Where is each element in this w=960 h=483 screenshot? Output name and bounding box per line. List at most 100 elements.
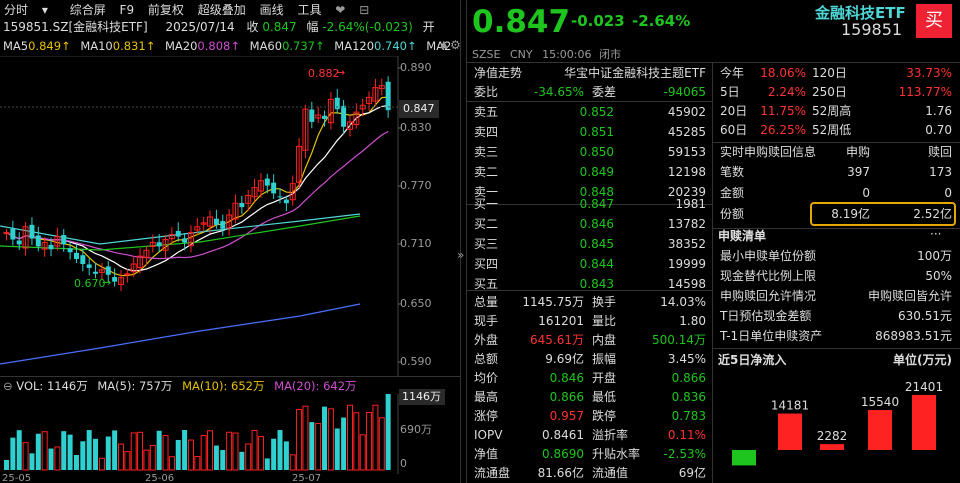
close-label: 收 <box>246 20 259 34</box>
toolbar-item-tools[interactable]: 工具 <box>297 3 321 17</box>
period-value: 11.75% <box>760 104 806 118</box>
bid-volume: 1981 <box>675 197 706 211</box>
bid-label: 买四 <box>474 257 499 271</box>
toolbar-item-adjust[interactable]: 前复权 <box>148 3 184 17</box>
vol-collapse-icon[interactable]: ⊖ <box>3 379 13 393</box>
period-value: 26.25% <box>760 123 806 137</box>
stat-value: 0.866 <box>549 390 584 404</box>
toolbar-item-f9[interactable]: F9 <box>120 3 135 17</box>
period-label: 250日 <box>812 85 847 99</box>
stat-value: 0.846 <box>549 371 584 385</box>
stat-label: 总额 <box>474 352 499 366</box>
price-chart <box>0 56 402 376</box>
low-arrow-icon: → <box>102 276 112 289</box>
vol-ma10: MA(10): 652万 <box>182 379 265 393</box>
list-value: 50% <box>925 269 952 283</box>
volume-bar <box>41 431 48 471</box>
volume-bar <box>302 405 309 471</box>
change-label: 幅 <box>306 20 319 34</box>
layout-icon[interactable]: ⊟ <box>359 3 369 17</box>
legend-collapse-icon[interactable]: ▲ <box>440 39 448 50</box>
candle <box>16 240 22 245</box>
volume-bar <box>296 409 303 471</box>
bid-volume: 14598 <box>667 277 706 291</box>
inflow-bar <box>820 444 844 450</box>
toolbar-item-draw[interactable]: 画线 <box>260 3 284 17</box>
volume-bar <box>327 408 334 471</box>
period-label: 今年 <box>720 66 745 80</box>
candle <box>29 224 35 239</box>
dropdown-arrow-icon[interactable]: ▾ <box>42 3 48 17</box>
period-value: 18.06% <box>760 66 806 80</box>
redemption-title: 实时申购赎回信息 <box>720 145 817 159</box>
volume-bar <box>220 450 226 470</box>
stat-value: 0.866 <box>671 371 706 385</box>
candle <box>213 218 219 225</box>
candle <box>112 277 118 282</box>
candle <box>156 242 162 247</box>
collapse-panel-button[interactable]: » <box>457 248 464 262</box>
stat-value: -2.53% <box>663 447 706 461</box>
price-tick: 0.650 <box>400 297 432 310</box>
ask-label: 卖三 <box>474 145 499 159</box>
list-value: 868983.51元 <box>875 329 952 343</box>
stat-value: 0.8461 <box>542 428 584 442</box>
current-price-tag: 0.847 <box>399 100 439 118</box>
bid-price: 0.846 <box>579 217 614 231</box>
ask-price: 0.852 <box>579 105 614 119</box>
ask-price: 0.849 <box>579 165 614 179</box>
candle <box>264 178 270 186</box>
candle <box>341 105 347 127</box>
candle <box>175 230 181 237</box>
list-label: T日预估现金差额 <box>720 309 812 323</box>
vol-legend: ⊖ VOL: 1146万 MA(5): 757万 MA(10): 652万 MA… <box>3 378 357 394</box>
price-tick: 0.710 <box>400 237 432 250</box>
volume-bar <box>67 434 73 470</box>
price-tick: 0.770 <box>400 179 432 192</box>
app-window: 分时 ▾ 综合屏 F9 前复权 超级叠加 画线 工具 ❤ ⊟ 159851.SZ… <box>0 0 960 483</box>
redemption-redeem: 173 <box>929 165 952 179</box>
candle <box>93 271 99 274</box>
volume-bar <box>4 460 9 470</box>
inflow-bar <box>868 410 892 450</box>
toolbar-item-overlay[interactable]: 超级叠加 <box>198 3 246 17</box>
high-arrow-icon: → <box>336 66 346 79</box>
period-label: 120日 <box>812 66 847 80</box>
chart-symbol: 159851.SZ[金融科技ETF] <box>3 20 148 34</box>
inflow-label: 2282 <box>817 429 848 443</box>
bid-price: 0.847 <box>579 197 614 211</box>
stat-value: 0.957 <box>549 409 584 423</box>
ma60-value: 0.737↑ <box>282 39 325 53</box>
last-price: 0.847 <box>472 4 571 40</box>
list-label: 最小申赎单位份额 <box>720 249 817 263</box>
list-more-button[interactable]: ··· <box>930 224 941 244</box>
ratio-value: -34.65% <box>533 85 584 99</box>
ask-label: 卖五 <box>474 105 499 119</box>
volume-bar <box>54 446 61 471</box>
buy-button[interactable]: 买 <box>916 4 952 38</box>
bid-label: 买五 <box>474 277 499 291</box>
price-tick: 0.890 <box>400 61 432 74</box>
list-title: 申赎清单 <box>718 229 767 243</box>
stat-value: 645.61万 <box>530 333 584 347</box>
volume-bar <box>98 457 105 471</box>
nav-trend-link[interactable]: 净值走势 <box>474 64 522 81</box>
diff-label: 委差 <box>592 85 617 99</box>
volume-bar <box>187 439 194 471</box>
heart-icon[interactable]: ❤ <box>335 3 345 17</box>
currency: CNY <box>509 48 533 61</box>
toolbar-item-timeshare[interactable]: 分时 <box>4 3 28 17</box>
bid-price: 0.844 <box>579 257 614 271</box>
candle <box>220 221 226 229</box>
volume-bar <box>232 432 239 471</box>
volume-bar <box>378 417 385 471</box>
stat-value: 0.8690 <box>542 447 584 461</box>
volume-bar <box>315 422 322 471</box>
ma-legend: MA50.849↑ MA100.831↑ MA200.808↑ MA600.73… <box>3 38 451 54</box>
redemption-label: 份额 <box>720 207 745 221</box>
date-tick: 25-06 <box>145 473 175 483</box>
period-value: 33.73% <box>906 66 952 80</box>
volume-bar <box>48 448 54 470</box>
toolbar-item-composite[interactable]: 综合屏 <box>70 3 106 17</box>
fund-full-name: 华宝中证金融科技主题ETF <box>564 66 706 80</box>
